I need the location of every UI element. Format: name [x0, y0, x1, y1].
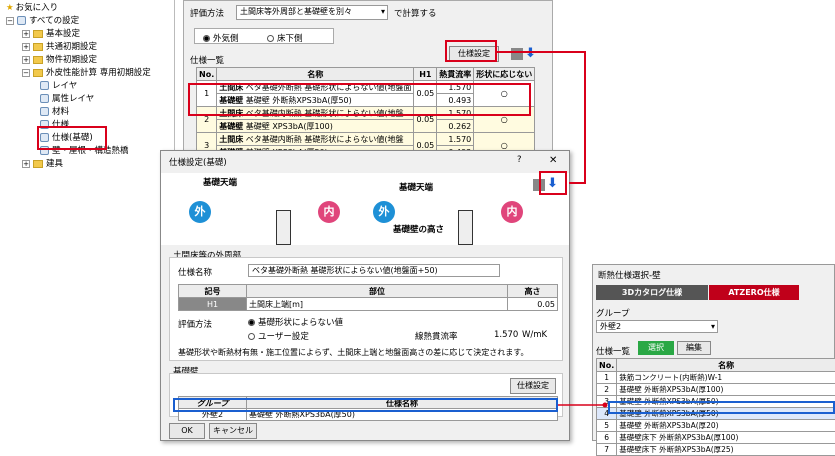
- row-name: 基礎壁床下 外断熱XPS3bA(厚25): [617, 444, 835, 456]
- icons-highlight: [540, 172, 566, 194]
- tree-item-highlight: [38, 127, 106, 149]
- connector-dot: [603, 403, 608, 408]
- table-row[interactable]: 7基礎壁床下 外断熱XPS3bA(厚25): [597, 444, 835, 456]
- connector-lines: [0, 0, 835, 441]
- connector-red: [497, 52, 585, 183]
- row-no: 7: [597, 444, 617, 456]
